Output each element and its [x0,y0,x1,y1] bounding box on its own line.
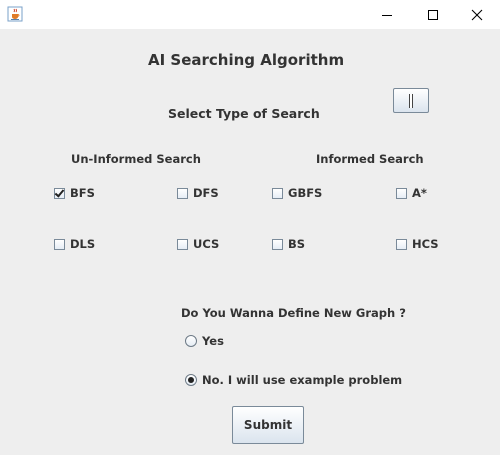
no-example-radio-label: No. I will use example problem [202,373,403,387]
dls-checkbox[interactable]: DLS [54,237,95,251]
bfs-label: BFS [70,186,95,200]
yes-radio[interactable]: Yes [185,334,224,348]
dls-label: DLS [70,237,96,251]
title-bar [0,0,500,29]
astar-label: A* [412,186,427,200]
yes-radio-circle[interactable] [185,335,197,347]
hcs-checkbox[interactable]: HCS [396,237,439,251]
submit-button[interactable]: Submit [232,406,304,444]
bs-checkbox[interactable]: BS [272,237,305,251]
bfs-checkbox[interactable]: BFS [54,186,95,200]
minimize-icon[interactable] [364,0,410,29]
ucs-checkbox-box[interactable] [177,238,188,250]
no-example-radio[interactable]: No. I will use example problem [185,373,402,387]
hcs-checkbox-box[interactable] [396,238,407,250]
ucs-label: UCS [193,237,220,251]
dfs-checkbox[interactable]: DFS [177,186,219,200]
bs-checkbox-box[interactable] [272,238,283,250]
astar-checkbox-box[interactable] [396,187,407,199]
bs-label: BS [288,237,306,251]
hcs-label: HCS [412,237,439,251]
gbfs-label: GBFS [288,186,323,200]
page-title: AI Searching Algorithm [148,51,345,69]
info-button[interactable] [393,88,429,113]
gbfs-checkbox-box[interactable] [272,187,283,199]
gbfs-checkbox[interactable]: GBFS [272,186,322,200]
maximize-icon[interactable] [410,0,456,29]
close-icon[interactable] [454,0,500,29]
app-window: AI Searching Algorithm Select Type of Se… [0,0,500,455]
yes-radio-label: Yes [202,334,224,348]
uninformed-search-label: Un-Informed Search [71,152,201,166]
java-cup-icon [7,6,23,22]
select-search-type-label: Select Type of Search [168,106,320,121]
bfs-checkbox-box[interactable] [54,187,65,199]
no-example-radio-circle[interactable] [185,374,197,386]
dfs-label: DFS [193,186,219,200]
informed-search-label: Informed Search [316,152,424,166]
define-graph-question: Do You Wanna Define New Graph ? [181,306,406,320]
dls-checkbox-box[interactable] [54,238,65,250]
info-icon [409,93,413,108]
astar-checkbox[interactable]: A* [396,186,427,200]
dfs-checkbox-box[interactable] [177,187,188,199]
ucs-checkbox[interactable]: UCS [177,237,219,251]
